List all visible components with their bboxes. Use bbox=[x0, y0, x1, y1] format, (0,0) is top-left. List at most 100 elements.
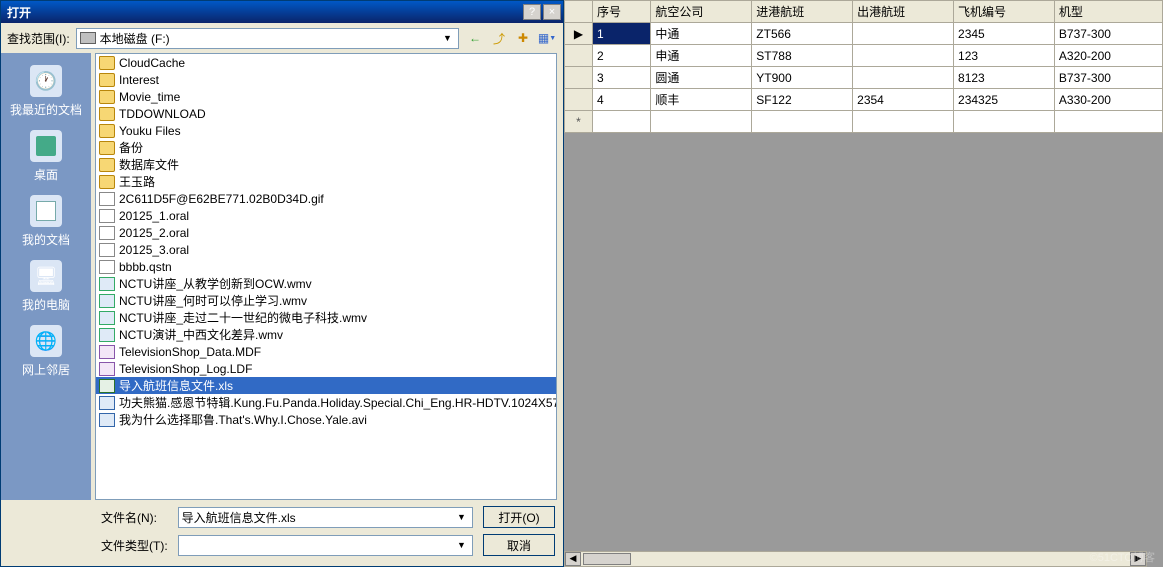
table-row[interactable]: 4顺丰SF1222354234325A330-200 bbox=[565, 89, 1163, 111]
table-row[interactable]: 2申通ST788 123A320-200 bbox=[565, 45, 1163, 67]
cell[interactable]: 2345 bbox=[954, 23, 1055, 45]
cell[interactable]: 234325 bbox=[954, 89, 1055, 111]
file-item[interactable]: 王玉路 bbox=[96, 173, 556, 190]
file-name: Interest bbox=[119, 73, 159, 87]
places-item[interactable]: 网上邻居 bbox=[6, 321, 86, 382]
file-item[interactable]: TDDOWNLOAD bbox=[96, 105, 556, 122]
file-item[interactable]: 2C611D5F@E62BE771.02B0D34D.gif bbox=[96, 190, 556, 207]
file-item[interactable]: 我为什么选择耶鲁.That's.Why.I.Chose.Yale.avi bbox=[96, 411, 556, 428]
cell[interactable]: 1 bbox=[593, 23, 651, 45]
cell[interactable] bbox=[853, 67, 954, 89]
cell[interactable]: ZT566 bbox=[752, 23, 853, 45]
table-row[interactable]: 3圆通YT900 8123B737-300 bbox=[565, 67, 1163, 89]
file-name: 20125_2.oral bbox=[119, 226, 189, 240]
column-header[interactable]: 机型 bbox=[1054, 1, 1162, 23]
file-item[interactable]: 20125_2.oral bbox=[96, 224, 556, 241]
back-icon[interactable]: ← bbox=[465, 28, 485, 48]
cell[interactable]: 4 bbox=[593, 89, 651, 111]
file-item[interactable]: 功夫熊猫.感恩节特辑.Kung.Fu.Panda.Holiday.Special… bbox=[96, 394, 556, 411]
titlebar[interactable]: 打开 ? × bbox=[1, 1, 563, 23]
file-icon bbox=[99, 260, 115, 274]
row-header[interactable]: ▶ bbox=[565, 23, 593, 45]
cell[interactable]: 123 bbox=[954, 45, 1055, 67]
column-header[interactable]: 出港航班 bbox=[853, 1, 954, 23]
scroll-thumb[interactable] bbox=[583, 553, 631, 565]
file-item[interactable]: Interest bbox=[96, 71, 556, 88]
cell[interactable]: ST788 bbox=[752, 45, 853, 67]
places-item[interactable]: 我最近的文档 bbox=[6, 61, 86, 122]
help-button[interactable]: ? bbox=[523, 4, 541, 20]
file-item[interactable]: NCTU演讲_中西文化差异.wmv bbox=[96, 326, 556, 343]
cell[interactable]: A330-200 bbox=[1054, 89, 1162, 111]
cell[interactable]: 申通 bbox=[651, 45, 752, 67]
row-header[interactable] bbox=[565, 89, 593, 111]
cell[interactable]: A320-200 bbox=[1054, 45, 1162, 67]
new-row[interactable]: * bbox=[565, 111, 1163, 133]
chevron-down-icon[interactable]: ▼ bbox=[454, 540, 469, 550]
cell[interactable]: 8123 bbox=[954, 67, 1055, 89]
folder-icon bbox=[99, 175, 115, 189]
cell[interactable]: B737-300 bbox=[1054, 23, 1162, 45]
filetype-input[interactable]: ▼ bbox=[178, 535, 473, 556]
column-header[interactable]: 飞机编号 bbox=[954, 1, 1055, 23]
chevron-down-icon[interactable]: ▼ bbox=[454, 512, 469, 522]
file-item[interactable]: 20125_3.oral bbox=[96, 241, 556, 258]
row-header[interactable] bbox=[565, 45, 593, 67]
places-item[interactable]: 我的电脑 bbox=[6, 256, 86, 317]
row-header[interactable] bbox=[565, 67, 593, 89]
file-name: NCTU演讲_中西文化差异.wmv bbox=[119, 326, 283, 343]
cell[interactable]: 圆通 bbox=[651, 67, 752, 89]
folder-icon bbox=[99, 90, 115, 104]
cell[interactable]: 3 bbox=[593, 67, 651, 89]
docs-icon bbox=[30, 195, 62, 227]
open-button[interactable]: 打开(O) bbox=[483, 506, 555, 528]
cell[interactable]: 2 bbox=[593, 45, 651, 67]
cell[interactable] bbox=[853, 45, 954, 67]
file-icon bbox=[99, 226, 115, 240]
cell[interactable]: 2354 bbox=[853, 89, 954, 111]
cell[interactable]: B737-300 bbox=[1054, 67, 1162, 89]
file-name: 导入航班信息文件.xls bbox=[119, 377, 233, 394]
chevron-down-icon[interactable]: ▼ bbox=[440, 33, 455, 43]
file-item[interactable]: NCTU讲座_从教学创新到OCW.wmv bbox=[96, 275, 556, 292]
column-header[interactable]: 序号 bbox=[593, 1, 651, 23]
file-item[interactable]: 数据库文件 bbox=[96, 156, 556, 173]
cancel-button[interactable]: 取消 bbox=[483, 534, 555, 556]
file-item[interactable]: 20125_1.oral bbox=[96, 207, 556, 224]
file-item[interactable]: NCTU讲座_何时可以停止学习.wmv bbox=[96, 292, 556, 309]
column-header[interactable]: 进港航班 bbox=[752, 1, 853, 23]
places-label: 我的文档 bbox=[22, 231, 70, 248]
file-item[interactable]: CloudCache bbox=[96, 54, 556, 71]
file-item[interactable]: bbbb.qstn bbox=[96, 258, 556, 275]
file-item[interactable]: TelevisionShop_Log.LDF bbox=[96, 360, 556, 377]
column-header[interactable]: 航空公司 bbox=[651, 1, 752, 23]
file-item[interactable]: Movie_time bbox=[96, 88, 556, 105]
close-button[interactable]: × bbox=[543, 4, 561, 20]
table-row[interactable]: ▶1中通ZT566 2345B737-300 bbox=[565, 23, 1163, 45]
cell[interactable]: YT900 bbox=[752, 67, 853, 89]
places-item[interactable]: 桌面 bbox=[6, 126, 86, 187]
watermark: ©51CTO博客 bbox=[1090, 549, 1155, 565]
up-icon[interactable]: ⤴ bbox=[489, 28, 509, 48]
data-grid[interactable]: 序号航空公司进港航班出港航班飞机编号机型▶1中通ZT5662345B737-30… bbox=[564, 0, 1163, 133]
file-item[interactable]: TelevisionShop_Data.MDF bbox=[96, 343, 556, 360]
file-item[interactable]: Youku Files bbox=[96, 122, 556, 139]
file-item[interactable]: 备份 bbox=[96, 139, 556, 156]
cell[interactable]: 中通 bbox=[651, 23, 752, 45]
file-item[interactable]: NCTU讲座_走过二十一世纪的微电子科技.wmv bbox=[96, 309, 556, 326]
places-item[interactable]: 我的文档 bbox=[6, 191, 86, 252]
filename-input[interactable]: 导入航班信息文件.xls ▼ bbox=[178, 507, 473, 528]
file-item[interactable]: 导入航班信息文件.xls bbox=[96, 377, 556, 394]
new-folder-icon[interactable]: ✚ bbox=[513, 28, 533, 48]
views-icon[interactable]: ▦▼ bbox=[537, 28, 557, 48]
cell[interactable]: 顺丰 bbox=[651, 89, 752, 111]
xls-icon bbox=[99, 379, 115, 393]
row-header[interactable]: * bbox=[565, 111, 593, 133]
horizontal-scrollbar[interactable]: ◀ ▶ bbox=[564, 551, 1147, 567]
lookin-combo[interactable]: 本地磁盘 (F:) ▼ bbox=[76, 28, 459, 49]
corner-cell bbox=[565, 1, 593, 23]
scroll-left-icon[interactable]: ◀ bbox=[565, 552, 581, 566]
file-list[interactable]: CloudCache Interest Movie_time TDDOWNLOA… bbox=[95, 53, 557, 500]
cell[interactable]: SF122 bbox=[752, 89, 853, 111]
cell[interactable] bbox=[853, 23, 954, 45]
